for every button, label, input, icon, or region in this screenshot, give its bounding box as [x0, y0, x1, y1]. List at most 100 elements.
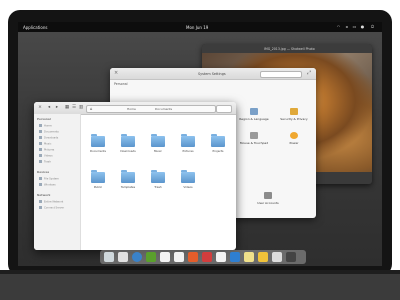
mail-icon[interactable]	[146, 252, 156, 262]
sidebar-item-label: Entire Network	[44, 200, 64, 204]
user-icon[interactable]: ●	[360, 24, 365, 29]
photos-icon[interactable]	[202, 252, 212, 262]
battery-icon[interactable]: ▭	[352, 24, 357, 29]
wifi-icon[interactable]: ◠	[336, 24, 341, 29]
mouse-icon	[250, 132, 258, 139]
folder-label: Documents	[90, 149, 106, 153]
sidebar-item-label: Pictures	[44, 148, 55, 152]
laptop-base	[0, 274, 400, 300]
sidebar-item-filesystem[interactable]: File System	[39, 177, 59, 180]
close-icon[interactable]: ×	[37, 105, 43, 111]
folder-label: Videos	[183, 185, 193, 189]
power-icon	[290, 132, 298, 139]
sidebar-item-label: Videos	[44, 154, 53, 158]
display-icon[interactable]	[286, 252, 296, 262]
folder-label: Trash	[154, 185, 162, 189]
sidebar-header-personal: Personal	[37, 117, 51, 121]
applications-menu[interactable]: Applications	[23, 25, 47, 30]
sidebar-header-devices: Devices	[37, 170, 50, 174]
dock	[100, 250, 306, 264]
settings-item-label: User Accounts	[257, 201, 279, 205]
sidebar-item-windows[interactable]: Windows	[39, 183, 56, 186]
folder-downloads[interactable]: Downloads	[116, 134, 140, 153]
photo-viewer-header: IMG_2013.jpg — Shotwell Photo	[202, 44, 372, 53]
sidebar-item-entire-network[interactable]: Entire Network	[39, 200, 63, 203]
folder-icon	[181, 134, 195, 147]
sidebar-item-label: File System	[44, 177, 59, 181]
list-view-icon[interactable]: ☰	[71, 105, 77, 111]
settings-item-security[interactable]: Security & Privacy	[276, 108, 312, 121]
chat-icon[interactable]	[230, 252, 240, 262]
settings-item-label: Security & Privacy	[280, 117, 308, 121]
sidebar-item-home[interactable]: Home	[39, 124, 52, 127]
settings-item-region[interactable]: Region & Language	[236, 108, 272, 121]
contacts-icon[interactable]	[216, 252, 226, 262]
sidebar-item-label: Connect Server	[44, 206, 65, 210]
browser-icon[interactable]	[132, 252, 142, 262]
sidebar-item-videos[interactable]: Videos	[39, 154, 53, 157]
settings-title: System Settings	[198, 71, 226, 76]
column-view-icon[interactable]: ▥	[78, 105, 84, 111]
settings-header: × System Settings ⤢	[110, 68, 316, 80]
sidebar-header-network: Network	[37, 193, 51, 197]
volume-icon[interactable]: ◂	[344, 24, 349, 29]
breadcrumb-documents[interactable]: Documents	[155, 107, 172, 111]
back-icon[interactable]: ◂	[46, 105, 52, 111]
user-accounts-icon	[264, 192, 272, 199]
settings-item-user-accounts[interactable]: User Accounts	[250, 192, 286, 205]
sidebar-item-label: Music	[44, 142, 52, 146]
files-icon[interactable]	[104, 252, 114, 262]
power-icon[interactable]: ⏻	[370, 24, 375, 29]
folder-pictures[interactable]: Pictures	[176, 134, 200, 153]
folder-label: Pictures	[182, 149, 194, 153]
settings-search-input[interactable]	[260, 70, 302, 78]
files-sidebar: Personal Home Documents Downloads Music …	[34, 114, 81, 250]
sidebar-item-connect-server[interactable]: Connect Server	[39, 206, 64, 209]
close-icon[interactable]: ×	[114, 70, 118, 76]
maximize-icon[interactable]: ⤢	[307, 70, 311, 76]
settings-item-mouse[interactable]: Mouse & Touchpad	[236, 132, 272, 145]
files-search-input[interactable]	[216, 104, 232, 113]
folder-icon	[151, 170, 165, 183]
terminal-icon[interactable]	[118, 252, 128, 262]
forward-icon[interactable]: ▸	[54, 105, 60, 111]
settings-section-personal: Personal	[114, 82, 128, 86]
sidebar-item-downloads[interactable]: Downloads	[39, 136, 58, 139]
calendar-icon[interactable]	[160, 252, 170, 262]
settings-icon[interactable]	[272, 252, 282, 262]
folder-templates[interactable]: Templates	[116, 170, 140, 189]
folder-icon	[181, 170, 195, 183]
music-icon[interactable]	[174, 252, 184, 262]
folder-trash[interactable]: Trash	[146, 170, 170, 189]
sidebar-item-music[interactable]: Music	[39, 142, 51, 145]
panel-clock[interactable]: Mon Jun 19	[186, 25, 208, 30]
store-icon[interactable]	[258, 252, 268, 262]
grid-view-icon[interactable]: ▦	[64, 105, 70, 111]
folder-icon	[121, 134, 135, 147]
sidebar-item-trash[interactable]: Trash	[39, 160, 51, 163]
top-panel: Applications Mon Jun 19 ◠ ◂ ▭ ● ⏻	[18, 22, 382, 32]
home-icon[interactable]: ⌂	[90, 106, 93, 111]
folder-icon	[151, 134, 165, 147]
video-icon[interactable]	[188, 252, 198, 262]
sidebar-item-label: Documents	[44, 130, 59, 134]
folder-videos[interactable]: Videos	[176, 170, 200, 189]
folder-music[interactable]: Music	[146, 134, 170, 153]
notes-icon[interactable]	[244, 252, 254, 262]
sidebar-item-label: Windows	[44, 183, 56, 187]
folder-icon	[121, 170, 135, 183]
settings-item-label: Mouse & Touchpad	[239, 141, 269, 145]
sidebar-item-pictures[interactable]: Pictures	[39, 148, 54, 151]
folder-documents[interactable]: Documents	[86, 134, 110, 153]
sidebar-item-documents[interactable]: Documents	[39, 130, 59, 133]
sidebar-item-label: Downloads	[44, 136, 59, 140]
folder-label: Templates	[120, 185, 136, 189]
settings-item-power[interactable]: Power	[276, 132, 312, 145]
folder-label: Downloads	[120, 149, 136, 153]
folder-public[interactable]: Public	[86, 170, 110, 189]
breadcrumb[interactable]: ⌂ Home Documents	[86, 104, 216, 113]
lock-icon	[290, 108, 298, 115]
breadcrumb-home[interactable]: Home	[127, 107, 136, 111]
folder-icon	[211, 134, 225, 147]
folder-projects[interactable]: Projects	[206, 134, 230, 153]
